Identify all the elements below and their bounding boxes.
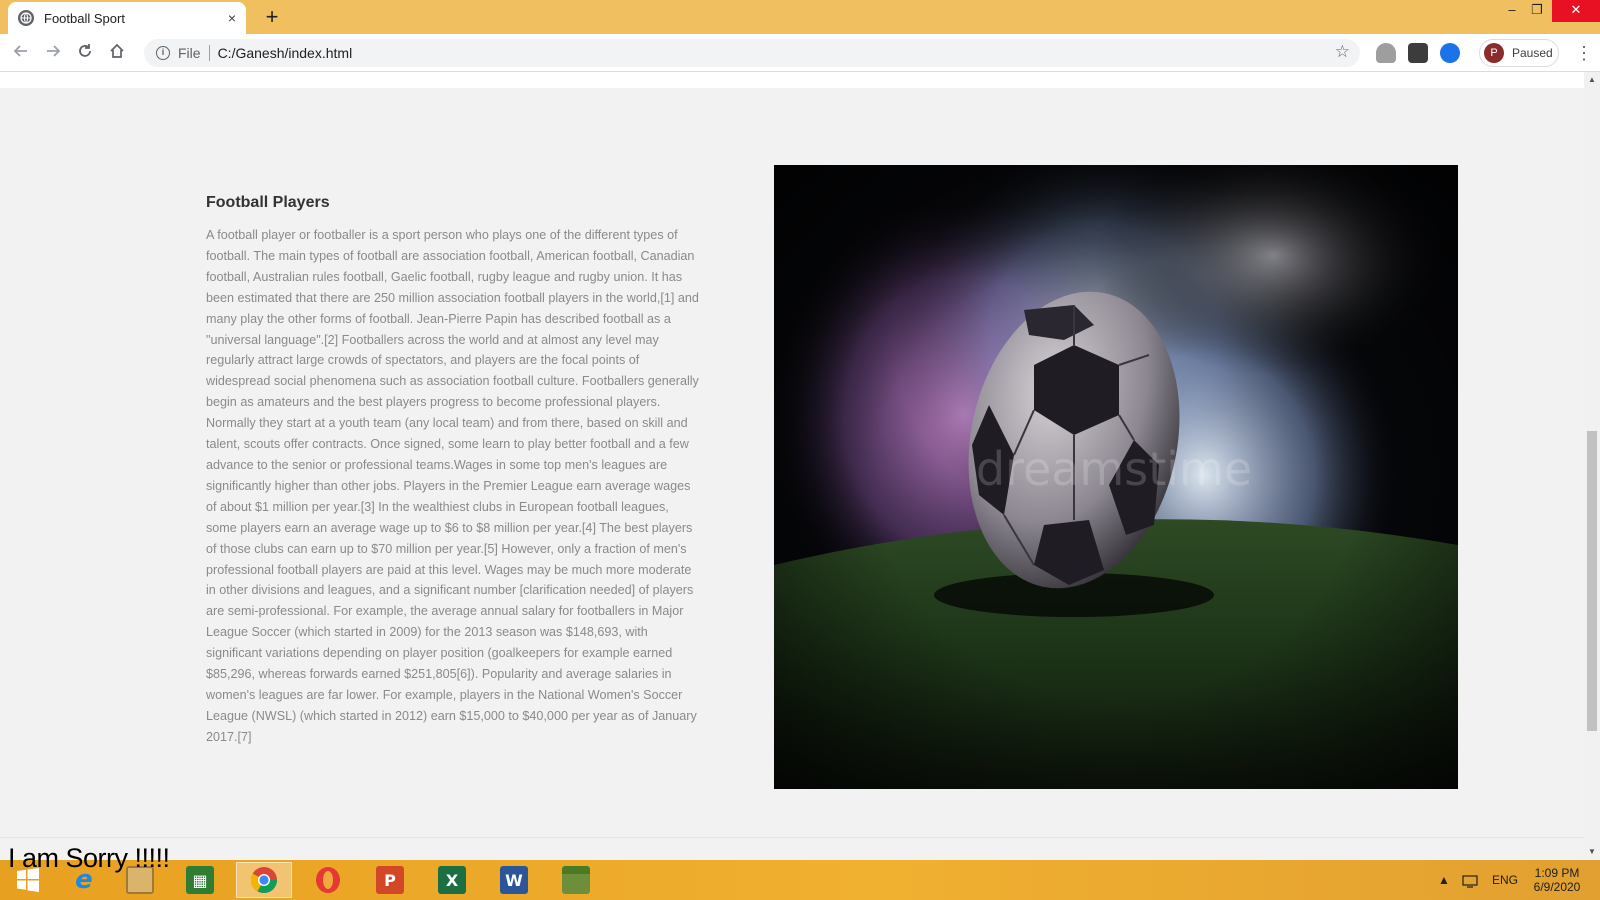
minecraft-icon[interactable] [548, 862, 604, 898]
football-image: dreamstime [774, 165, 1458, 789]
powerpoint-icon[interactable]: P [362, 862, 418, 898]
profile-status: Paused [1512, 46, 1553, 60]
url-scheme-chip: File [178, 45, 201, 61]
browser-toolbar: i File C:/Ganesh/index.html ☆ P Paused ⋮ [0, 34, 1600, 72]
page-viewport: Football Players A football player or fo… [0, 72, 1584, 838]
scroll-up-arrow-icon[interactable]: ▲ [1584, 72, 1600, 88]
profile-button[interactable]: P Paused [1479, 39, 1559, 67]
menu-kebab-icon[interactable]: ⋮ [1574, 40, 1594, 66]
home-icon[interactable] [104, 40, 130, 66]
extension-image-icon[interactable] [1408, 43, 1428, 63]
close-window-button[interactable]: ✕ [1552, 0, 1600, 22]
close-tab-icon[interactable]: × [228, 10, 236, 26]
windows-taskbar: e ▦ P X W ▲ ENG 1:09 PM 6/9/2020 [0, 860, 1600, 900]
extension-search-icon[interactable] [1440, 43, 1460, 63]
info-icon[interactable]: i [156, 46, 170, 60]
tab-football-sport[interactable]: Football Sport × [8, 2, 246, 34]
network-icon[interactable] [1462, 860, 1478, 900]
footer-band [0, 837, 1584, 838]
browser-tab-strip: Football Sport × + – ❐ ✕ [0, 0, 1600, 34]
tray-expand-icon[interactable]: ▲ [1438, 860, 1450, 900]
clock-time: 1:09 PM [1534, 866, 1580, 880]
chrome-icon[interactable] [236, 862, 292, 898]
scroll-down-arrow-icon[interactable]: ▼ [1584, 844, 1600, 860]
forward-icon[interactable] [40, 40, 66, 66]
word-icon[interactable]: W [486, 862, 542, 898]
extension-cloud-icon[interactable] [1376, 43, 1396, 63]
scroll-thumb[interactable] [1587, 431, 1597, 731]
url-text[interactable]: C:/Ganesh/index.html [218, 45, 353, 61]
opera-icon[interactable] [300, 862, 356, 898]
system-clock[interactable]: 1:09 PM 6/9/2020 [1520, 866, 1594, 894]
section-heading: Football Players [206, 194, 330, 211]
section-paragraph: A football player or footballer is a spo… [206, 228, 699, 744]
page-scrollbar[interactable]: ▲ ▼ [1584, 72, 1600, 860]
globe-icon [18, 10, 34, 26]
tab-title: Football Sport [44, 10, 125, 26]
divider [208, 45, 210, 61]
excel-icon[interactable]: X [424, 862, 480, 898]
header-band [0, 72, 1584, 88]
overlay-caption: I am Sorry !!!!! [8, 843, 170, 873]
avatar: P [1484, 43, 1504, 63]
new-tab-button[interactable]: + [258, 3, 286, 31]
reload-icon[interactable] [72, 40, 98, 66]
address-bar[interactable]: i File C:/Ganesh/index.html ☆ [144, 39, 1360, 67]
clock-date: 6/9/2020 [1533, 880, 1581, 894]
maximize-button[interactable]: ❐ [1522, 0, 1552, 22]
store-icon[interactable]: ▦ [172, 862, 228, 898]
back-icon[interactable] [8, 40, 34, 66]
language-indicator[interactable]: ENG [1492, 860, 1518, 900]
bookmark-star-icon[interactable]: ☆ [1335, 42, 1350, 62]
